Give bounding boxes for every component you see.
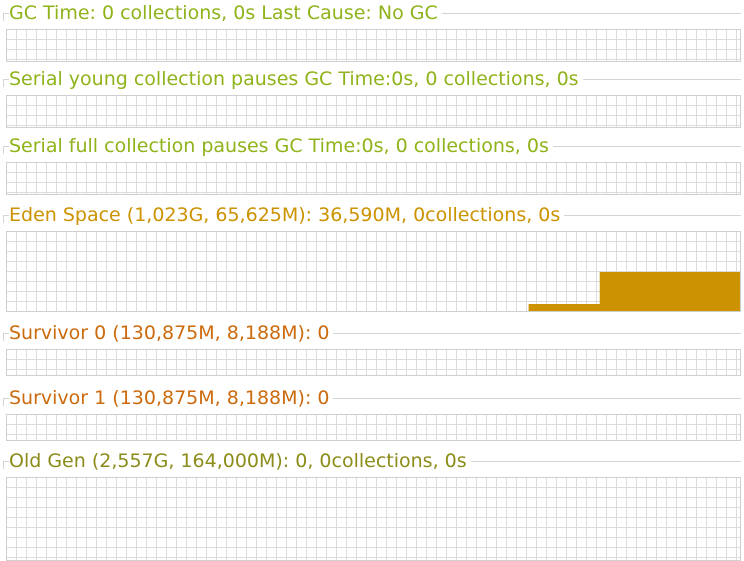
serial-young-graph [6,95,741,128]
serial-young-panel: Serial young collection pauses GC Time:0… [3,66,741,128]
serial-full-panel: Serial full collection pauses GC Time:0s… [3,133,741,195]
serial-full-title: Serial full collection pauses GC Time:0s… [9,134,553,158]
eden-space-graph [6,231,741,312]
panel-border-corner [3,13,4,21]
serial-young-title: Serial young collection pauses GC Time:0… [9,67,583,91]
panel-border-corner [3,215,4,223]
eden-space-panel: Eden Space (1,023G, 65,625M): 36,590M, 0… [3,202,741,314]
eden-usage-chart [528,272,740,311]
survivor-1-panel: Survivor 1 (130,875M, 8,188M): 0 [3,385,741,443]
eden-usage-bar [552,304,577,311]
panel-border-corner [3,146,4,154]
eden-usage-bar [718,272,740,311]
old-gen-panel: Old Gen (2,557G, 164,000M): 0, 0collecti… [3,448,741,561]
gc-time-graph [6,29,741,62]
panel-border-corner [3,461,4,469]
panel-border-corner [3,79,4,87]
survivor-1-graph [6,414,741,441]
survivor-0-graph [6,349,741,376]
serial-full-graph [6,162,741,195]
eden-usage-bar [599,272,625,311]
survivor-0-panel: Survivor 0 (130,875M, 8,188M): 0 [3,320,741,378]
gc-time-panel: GC Time: 0 collections, 0s Last Cause: N… [3,0,741,62]
old-gen-graph [6,477,741,561]
gc-time-title: GC Time: 0 collections, 0s Last Cause: N… [9,1,442,25]
gc-monitor: GC Time: 0 collections, 0s Last Cause: N… [0,0,744,561]
eden-usage-bar [670,272,696,311]
eden-usage-bar [694,272,719,311]
eden-usage-bar [623,272,648,311]
eden-usage-bar [528,304,553,311]
eden-usage-bar [647,272,672,311]
panel-border-corner [3,398,4,406]
eden-usage-bar [576,304,601,311]
old-gen-title: Old Gen (2,557G, 164,000M): 0, 0collecti… [9,449,471,473]
eden-space-title: Eden Space (1,023G, 65,625M): 36,590M, 0… [9,203,565,227]
survivor-1-title: Survivor 1 (130,875M, 8,188M): 0 [9,386,334,410]
panel-border-corner [3,333,4,341]
survivor-0-title: Survivor 0 (130,875M, 8,188M): 0 [9,321,334,345]
